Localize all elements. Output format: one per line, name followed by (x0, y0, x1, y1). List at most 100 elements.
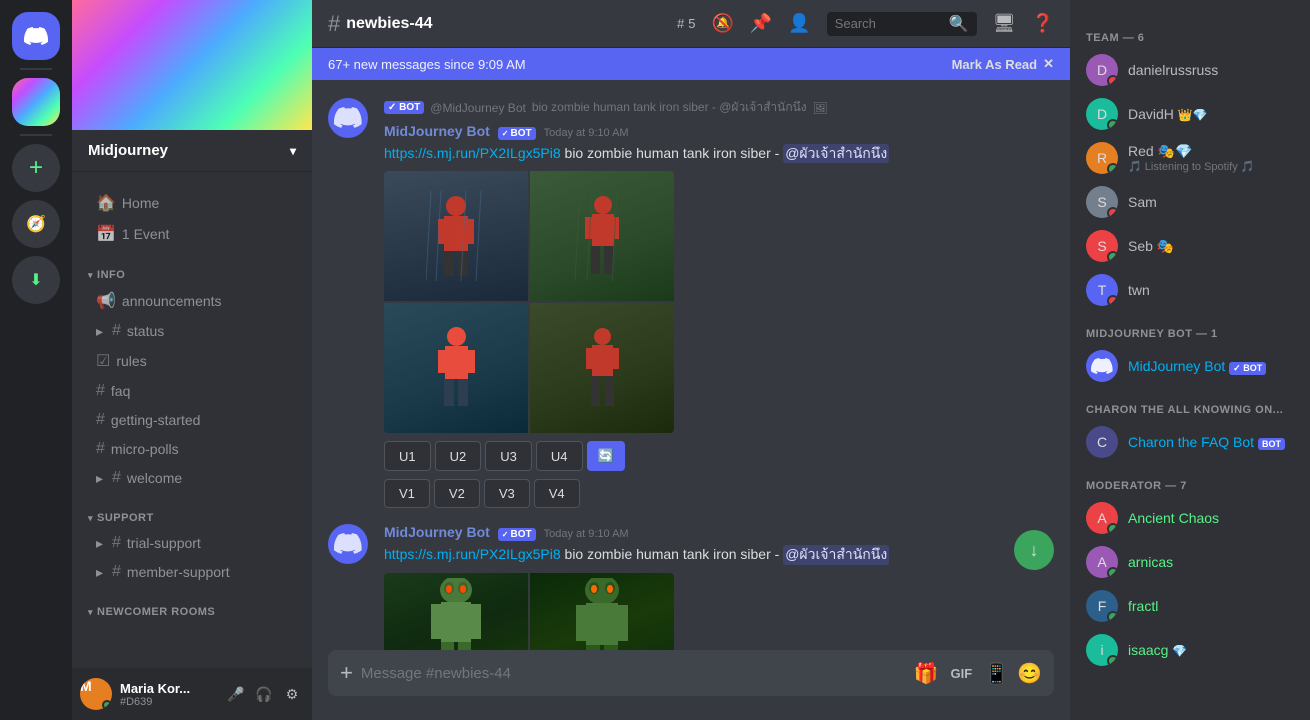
mark-as-read-button[interactable]: Mark As Read ✕ (952, 56, 1054, 72)
channel-label: welcome (127, 470, 182, 486)
message-input[interactable] (361, 654, 906, 693)
red-badges: 🎭💎 (1158, 143, 1193, 159)
v3-button[interactable]: V3 (484, 479, 530, 508)
gif-button[interactable]: GIF (947, 664, 977, 683)
home-nav-item[interactable]: 🏠 Home (80, 188, 304, 218)
headset-button[interactable]: 🎧 (252, 682, 276, 706)
u2-button[interactable]: U2 (435, 441, 482, 471)
indent-bullet-welcome: ▸ (96, 470, 104, 487)
v4-button[interactable]: V4 (534, 479, 580, 508)
member-davidh[interactable]: D DavidH 👑💎 (1078, 92, 1302, 136)
newcomer-arrow: ▾ (88, 607, 93, 618)
member-danielrussruss[interactable]: D danielrussruss (1078, 48, 1302, 92)
message-text-2: https://s.mj.run/PX2ILgx5Pi8 bio zombie … (384, 545, 1054, 564)
channel-announcements[interactable]: 📢 announcements (80, 286, 304, 316)
support-arrow: ▾ (88, 513, 93, 524)
gift-icon[interactable]: 🎁 (914, 661, 939, 686)
member-red[interactable]: R Red 🎭💎 🎵 Listening to Spotify 🎵 (1078, 136, 1302, 180)
channel-member-support[interactable]: ▸ # member-support (80, 558, 304, 586)
midjourney-server-icon[interactable] (12, 78, 60, 126)
member-sam[interactable]: S Sam (1078, 180, 1302, 224)
calendar-icon: 📅 (96, 224, 116, 244)
apps-icon[interactable]: 📱 (984, 661, 1009, 686)
zombie-cell-2 (530, 573, 674, 651)
message-link-2[interactable]: https://s.mj.run/PX2ILgx5Pi8 (384, 546, 561, 562)
member-seb[interactable]: S Seb 🎭 (1078, 224, 1302, 268)
member-status-isaacg (1107, 655, 1118, 666)
member-avatar-twn: T (1086, 274, 1118, 306)
member-twn[interactable]: T twn (1078, 268, 1302, 312)
refresh-button[interactable]: 🔄 (587, 441, 625, 471)
message-content-2: MidJourney Bot ✓ BOT Today at 9:10 AM ht… (384, 524, 1054, 650)
member-status-red (1107, 163, 1118, 174)
member-info-charon: Charon the FAQ Bot BOT (1128, 434, 1285, 450)
pin-icon[interactable]: 📌 (750, 13, 772, 34)
add-server-button[interactable]: + (12, 144, 60, 192)
u4-button[interactable]: U4 (536, 441, 583, 471)
user-info: Maria Kor... #D639 (120, 681, 216, 708)
discord-home-button[interactable] (12, 12, 60, 60)
member-isaacg[interactable]: i isaacg 💎 (1078, 628, 1302, 672)
channel-faq[interactable]: # faq (80, 377, 304, 405)
channel-getting-started[interactable]: # getting-started (80, 406, 304, 434)
info-category[interactable]: ▾ INFO (72, 265, 312, 285)
message-group-2: MidJourney Bot ✓ BOT Today at 9:10 AM ht… (312, 522, 1070, 650)
emoji-icon[interactable]: 😊 (1017, 661, 1042, 686)
member-avatar-daniel: D (1086, 54, 1118, 86)
hash-members-icon: # (677, 16, 684, 31)
server-header (72, 0, 312, 130)
channel-hash: # (328, 11, 340, 37)
member-fractl[interactable]: F fractl (1078, 584, 1302, 628)
add-file-button[interactable]: + (340, 650, 353, 696)
u3-button[interactable]: U3 (485, 441, 532, 471)
chat-messages: ✓ BOT @MidJourney Bot bio zombie human t… (312, 80, 1070, 650)
new-messages-bar[interactable]: 67+ new messages since 9:09 AM Mark As R… (312, 48, 1070, 80)
event-nav-item[interactable]: 📅 1 Event (80, 219, 304, 249)
v1-button[interactable]: V1 (384, 479, 430, 508)
member-name-fractl: fractl (1128, 598, 1158, 614)
member-name-david: DavidH 👑💎 (1128, 106, 1208, 122)
support-category[interactable]: ▾ SUPPORT (72, 508, 312, 528)
explore-server-button[interactable]: 🧭 (12, 200, 60, 248)
u1-button[interactable]: U1 (384, 441, 431, 471)
hash-icon-ts: # (112, 534, 121, 552)
member-status-online (1107, 119, 1118, 130)
channel-trial-support[interactable]: ▸ # trial-support (80, 529, 304, 557)
microphone-button[interactable]: 🎤 (224, 682, 248, 706)
member-name-twn: twn (1128, 282, 1150, 298)
member-status-dnd (1107, 75, 1118, 86)
server-name-bar[interactable]: Midjourney ▾ (72, 130, 312, 172)
header-search[interactable]: 🔍 (827, 12, 977, 36)
info-category-label: INFO (97, 269, 125, 281)
channel-status[interactable]: ▸ # status (80, 317, 304, 345)
scroll-to-bottom-button[interactable]: ↓ (1014, 530, 1054, 570)
seb-badge: 🎭 (1157, 238, 1174, 254)
member-ancient-chaos[interactable]: A Ancient Chaos (1078, 496, 1302, 540)
member-avatar-ancient: A (1086, 502, 1118, 534)
inbox-icon[interactable]: 🖥 (993, 13, 1016, 34)
channel-micro-polls[interactable]: # micro-polls (80, 435, 304, 463)
hash-icon: # (112, 322, 121, 340)
help-icon[interactable]: ❓ (1032, 13, 1054, 34)
download-button[interactable]: ⬇ (12, 256, 60, 304)
settings-button[interactable]: ⚙ (280, 682, 304, 706)
member-arnicas[interactable]: A arnicas (1078, 540, 1302, 584)
search-input[interactable] (835, 16, 943, 31)
member-name-mj-bot: MidJourney Bot ✓ BOT (1128, 358, 1266, 375)
channel-rules[interactable]: ☑ rules (80, 346, 304, 376)
nav-section: 🏠 Home 📅 1 Event (72, 188, 312, 249)
notification-mute-icon[interactable]: 🔕 (711, 13, 733, 34)
v2-button[interactable]: V2 (434, 479, 480, 508)
bot-mention: @MidJourney Bot (430, 101, 526, 115)
member-status-ancient (1107, 523, 1118, 534)
message-header-1: MidJourney Bot ✓ BOT Today at 9:10 AM (384, 123, 1054, 140)
member-mj-bot[interactable]: MidJourney Bot ✓ BOT (1078, 344, 1302, 388)
message-avatar-1 (328, 98, 368, 138)
message-link-1[interactable]: https://s.mj.run/PX2ILgx5Pi8 (384, 145, 561, 161)
newcomer-category[interactable]: ▾ NEWCOMER ROOMS (72, 602, 312, 622)
member-charon[interactable]: C Charon the FAQ Bot BOT (1078, 420, 1302, 464)
hash-icon-gs: # (96, 411, 105, 429)
members-icon[interactable]: 👤 (788, 13, 810, 34)
chat-header: # newbies-44 # 5 🔕 📌 👤 🔍 🖥 ❓ (312, 0, 1070, 48)
channel-welcome[interactable]: ▸ # welcome (80, 464, 304, 492)
